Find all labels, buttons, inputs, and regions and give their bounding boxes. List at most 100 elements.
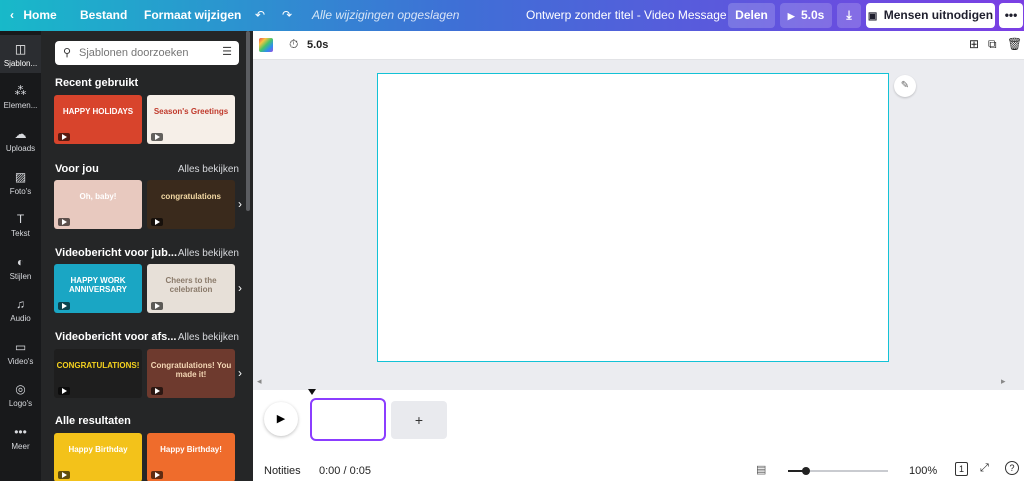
notes-button[interactable]: Notities: [264, 465, 301, 477]
chevron-right-icon[interactable]: ›: [234, 281, 246, 295]
search-icon: ⚲: [63, 47, 72, 59]
timeline-toggle-icon[interactable]: ▤: [756, 463, 766, 476]
rail-item-elements[interactable]: ⁂ Elemen...: [0, 79, 41, 110]
zoom-level[interactable]: 100%: [909, 465, 937, 477]
template-thumb-text: Season's Greetings: [153, 107, 229, 116]
rail-item-uploads[interactable]: ☁ Uploads: [0, 122, 41, 153]
scroll-left-icon[interactable]: ◂: [257, 376, 262, 387]
play-icon: [58, 302, 70, 310]
rail-label: Meer: [11, 442, 30, 451]
fullscreen-icon[interactable]: ⤢: [980, 462, 989, 475]
rail-item-photos[interactable]: ▨ Foto's: [0, 165, 41, 196]
scroll-right-icon[interactable]: ▸: [1001, 376, 1006, 387]
audio-icon: ♫: [16, 297, 25, 311]
see-all-link[interactable]: Alles bekijken: [178, 164, 239, 175]
download-icon: ⤓: [846, 8, 852, 22]
template-thumb[interactable]: Oh, baby!: [54, 180, 142, 229]
template-thumb[interactable]: HAPPY HOLIDAYS: [54, 95, 142, 144]
playhead-marker[interactable]: [308, 389, 316, 395]
comment-icon[interactable]: ✎: [894, 75, 916, 97]
chevron-left-icon: ‹: [10, 8, 14, 22]
template-thumb-text: congratulations: [160, 192, 221, 201]
rail-item-logos[interactable]: ◎ Logo's: [0, 377, 41, 408]
more-options-button[interactable]: •••: [999, 3, 1023, 28]
rail-item-styles[interactable]: ◐ Stijlen: [0, 250, 41, 281]
template-thumb[interactable]: Congratulations! You made it!: [147, 349, 235, 398]
template-thumb-text: HAPPY WORK ANNIVERSARY: [69, 276, 127, 294]
side-rail: ◫ Sjablon... ⁂ Elemen... ☁ Uploads ▨ Fot…: [0, 31, 41, 481]
rail-label: Video's: [7, 357, 34, 366]
section-title: Videobericht voor jub...: [55, 247, 178, 259]
invite-button[interactable]: ▣ Mensen uitnodigen: [866, 3, 995, 28]
zoom-slider[interactable]: [788, 467, 888, 475]
present-button[interactable]: ▶ 5.0s: [780, 3, 832, 28]
upload-icon: ☁: [14, 127, 27, 141]
see-all-link[interactable]: Alles bekijken: [178, 248, 239, 259]
page-count-icon[interactable]: 1: [955, 462, 968, 476]
rail-item-videos[interactable]: ▭ Video's: [0, 335, 41, 366]
rail-label: Stijlen: [9, 272, 32, 281]
rail-item-text[interactable]: T Tekst: [0, 207, 41, 238]
zoom-slider-thumb[interactable]: [802, 467, 810, 475]
page-count: 1: [958, 464, 964, 474]
video-icon: ▭: [14, 340, 27, 354]
resize-button[interactable]: Formaat wijzigen: [144, 0, 241, 31]
rail-label: Logo's: [8, 399, 33, 408]
see-all-link[interactable]: Alles bekijken: [178, 332, 239, 343]
play-icon: [151, 218, 163, 226]
template-thumb[interactable]: congratulations: [147, 180, 235, 229]
template-thumb[interactable]: HAPPY WORK ANNIVERSARY: [54, 264, 142, 313]
template-thumb[interactable]: CONGRATULATIONS!: [54, 349, 142, 398]
template-thumb-text: HAPPY HOLIDAYS: [62, 107, 134, 116]
time-display: 0:00 / 0:05: [319, 465, 371, 477]
document-title[interactable]: Ontwerp zonder titel - Video Message: [526, 0, 727, 31]
back-home-button[interactable]: ‹ Home: [10, 0, 57, 31]
play-icon: [58, 387, 70, 395]
template-thumb[interactable]: Season's Greetings: [147, 95, 235, 144]
play-icon: [58, 471, 70, 479]
search-box[interactable]: ⚲ ☰: [55, 41, 239, 65]
color-picker-icon[interactable]: [259, 38, 273, 52]
section-title: Voor jou: [55, 163, 99, 175]
rail-label: Elemen...: [3, 101, 38, 110]
rail-item-more[interactable]: ••• Meer: [0, 420, 41, 451]
rail-item-audio[interactable]: ♫ Audio: [0, 292, 41, 323]
redo-icon[interactable]: ↷: [282, 0, 292, 31]
add-page-icon[interactable]: ⊞: [969, 37, 979, 51]
section-title: Videobericht voor afs...: [55, 331, 177, 343]
templates-panel: ⚲ ☰ Recent gebruikt HAPPY HOLIDAYS Seaso…: [41, 31, 253, 481]
timer-icon[interactable]: ⏱: [289, 37, 298, 52]
help-icon[interactable]: ?: [1005, 461, 1019, 475]
panel-scrollbar[interactable]: [246, 31, 250, 211]
play-icon: [151, 302, 163, 310]
template-thumb[interactable]: Happy Birthday: [54, 433, 142, 481]
share-button[interactable]: Delen: [728, 3, 775, 28]
trash-icon[interactable]: 🗑: [1007, 37, 1022, 51]
template-thumb[interactable]: Happy Birthday!: [147, 433, 235, 481]
horizontal-scrollbar[interactable]: ◂ ▸: [253, 375, 1024, 390]
template-thumb[interactable]: Cheers to the celebration: [147, 264, 235, 313]
text-icon: T: [16, 212, 25, 226]
file-menu[interactable]: Bestand: [80, 0, 127, 31]
duplicate-page-icon[interactable]: ⧉: [988, 37, 997, 52]
search-input[interactable]: [79, 44, 209, 62]
template-thumb-text: Cheers to the celebration: [165, 276, 217, 294]
design-page[interactable]: [377, 73, 889, 362]
page-thumbnail[interactable]: [310, 398, 386, 441]
chevron-right-icon[interactable]: ›: [234, 366, 246, 380]
more-horizontal-icon: •••: [1004, 8, 1018, 22]
timeline: ▶ +: [253, 389, 1024, 450]
save-status: Alle wijzigingen opgeslagen: [312, 8, 460, 22]
play-icon: [151, 387, 163, 395]
filter-icon[interactable]: ☰: [222, 45, 232, 58]
undo-icon[interactable]: ↶: [255, 0, 265, 31]
download-button[interactable]: ⤓: [837, 3, 861, 28]
play-button[interactable]: ▶: [264, 402, 298, 436]
rail-item-templates[interactable]: ◫ Sjablon...: [0, 35, 41, 73]
chevron-right-icon[interactable]: ›: [234, 197, 246, 211]
template-thumb-text: Happy Birthday!: [160, 445, 222, 454]
styles-icon: ◐: [16, 255, 25, 269]
home-label: Home: [23, 8, 57, 22]
duration-label[interactable]: 5.0s: [307, 39, 328, 51]
add-page-button[interactable]: +: [391, 401, 447, 439]
